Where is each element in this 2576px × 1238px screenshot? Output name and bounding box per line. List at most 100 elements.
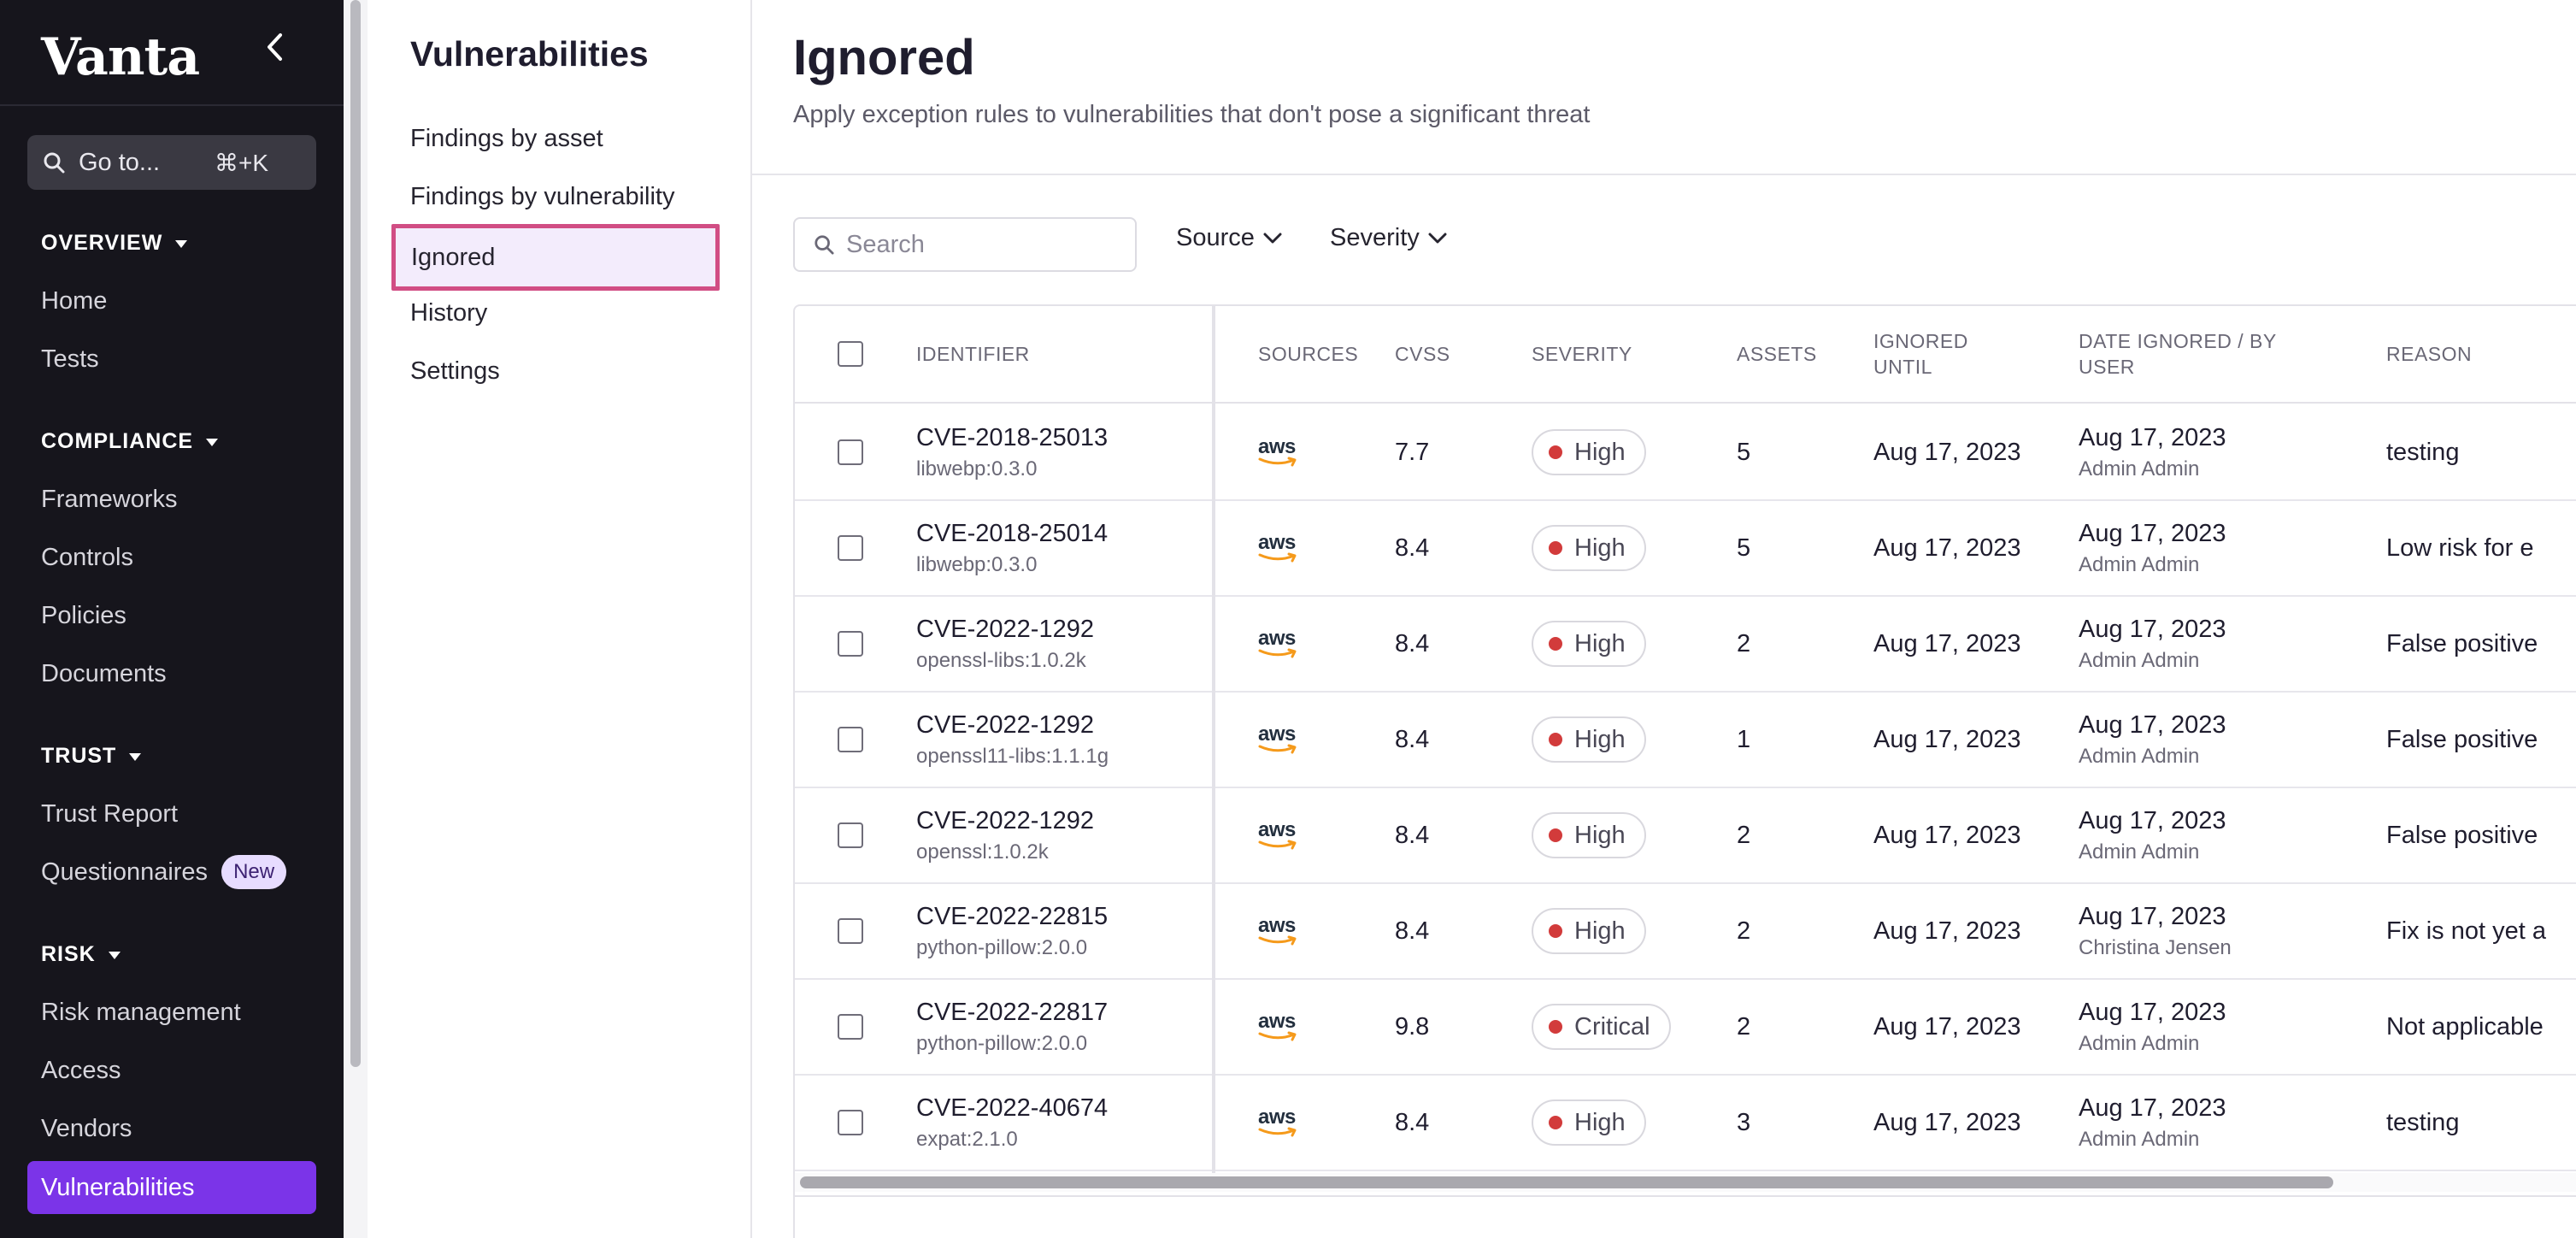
severity-dot-icon (1549, 1116, 1562, 1129)
column-header-severity[interactable]: SEVERITY (1532, 306, 1632, 402)
sidebar-item-controls[interactable]: Controls (41, 544, 133, 572)
table-row[interactable]: CVE-2022-1292 openssl11-libs:1.1.1g aws 8.4… (795, 693, 2576, 788)
subnav-item-settings[interactable]: Settings (410, 357, 500, 386)
reason-text: Not applicable (2386, 1012, 2544, 1041)
column-header-identifier[interactable]: IDENTIFIER (916, 306, 1030, 402)
sidebar-item-vulnerabilities[interactable]: Vulnerabilities (27, 1161, 316, 1214)
cvss-score: 9.8 (1395, 1012, 1430, 1041)
goto-search-button[interactable]: Go to... ⌘+K (27, 135, 316, 190)
cve-identifier[interactable]: CVE-2022-1292 (916, 616, 1094, 644)
sidebar-item-trust-report[interactable]: Trust Report (41, 800, 178, 828)
row-checkbox[interactable] (838, 631, 863, 657)
caret-down-icon (108, 951, 121, 959)
sidebar-item-questionnaires[interactable]: Questionnaires New (41, 855, 287, 889)
search-input[interactable] (846, 230, 1120, 259)
sidebar-item-home[interactable]: Home (41, 287, 107, 315)
collapse-sidebar-button[interactable] (256, 26, 294, 68)
section-risk[interactable]: RISK (41, 942, 121, 967)
source-filter-dropdown[interactable]: Source (1176, 224, 1282, 252)
assets-count: 5 (1737, 438, 1751, 466)
row-checkbox[interactable] (838, 727, 863, 752)
sidebar-item-vendors[interactable]: Vendors (41, 1115, 132, 1143)
sidebar-item-access[interactable]: Access (41, 1057, 121, 1085)
severity-filter-dropdown[interactable]: Severity (1330, 224, 1447, 252)
cve-identifier[interactable]: CVE-2022-22817 (916, 999, 1108, 1027)
aws-icon: aws (1258, 820, 1299, 850)
reason-text: Fix is not yet a (2386, 917, 2546, 945)
date-ignored-cell: Aug 17, 2023 Admin Admin (2079, 501, 2226, 595)
cvss-score: 8.4 (1395, 917, 1430, 945)
sidebar-header: Vanta (0, 0, 344, 106)
subnav-item-ignored[interactable]: Ignored (391, 224, 720, 291)
aws-smile-icon (1258, 744, 1297, 754)
reason-text: testing (2386, 438, 2460, 466)
main-content: Ignored Apply exception rules to vulnera… (752, 0, 2576, 1238)
column-header-reason[interactable]: REASON (2386, 306, 2472, 402)
assets-count: 2 (1737, 821, 1751, 849)
cve-identifier[interactable]: CVE-2022-1292 (916, 711, 1109, 740)
table-row[interactable]: CVE-2018-25014 libwebp:0.3.0 aws 8.4 High 5 Au… (795, 501, 2576, 597)
aws-icon: aws (1258, 628, 1299, 658)
assets-count: 2 (1737, 917, 1751, 945)
identifier-cell: CVE-2018-25013 libwebp:0.3.0 (916, 405, 1108, 499)
date-ignored: Aug 17, 2023 (2079, 902, 2226, 930)
date-ignored: Aug 17, 2023 (2079, 998, 2226, 1026)
row-checkbox[interactable] (838, 1110, 863, 1135)
section-trust[interactable]: TRUST (41, 744, 142, 769)
main-sidebar: Vanta Go to... ⌘+K OVERVIEW Home Tests C… (0, 0, 344, 1238)
search-box[interactable] (793, 217, 1137, 272)
ignored-vulnerabilities-table: IDENTIFIER SOURCES CVSS SEVERITY ASSETS … (793, 304, 2576, 1238)
sidebar-item-policies[interactable]: Policies (41, 602, 126, 630)
sidebar-item-documents[interactable]: Documents (41, 660, 167, 688)
table-row[interactable]: CVE-2018-25013 libwebp:0.3.0 aws 7.7 High 5 Au… (795, 405, 2576, 501)
section-compliance[interactable]: COMPLIANCE (41, 429, 219, 454)
severity-dot-icon (1549, 445, 1562, 459)
severity-badge: High (1532, 429, 1646, 475)
vanta-logo[interactable]: Vanta (41, 27, 200, 87)
sidebar-item-risk-management[interactable]: Risk management (41, 999, 241, 1027)
severity-dot-icon (1549, 1020, 1562, 1034)
package-name: openssl-libs:1.0.2k (916, 648, 1086, 672)
severity-dot-icon (1549, 828, 1562, 842)
row-checkbox[interactable] (838, 918, 863, 944)
table-row[interactable]: CVE-2022-22815 python-pillow:2.0.0 aws 8.4 H… (795, 884, 2576, 980)
cve-identifier[interactable]: CVE-2018-25014 (916, 520, 1108, 548)
cve-identifier[interactable]: CVE-2022-1292 (916, 807, 1094, 835)
column-header-ignored-until[interactable]: IGNORED UNTIL (1873, 306, 2019, 402)
sidebar-item-tests[interactable]: Tests (41, 345, 99, 374)
cve-identifier[interactable]: CVE-2018-25013 (916, 424, 1108, 452)
cvss-score: 8.4 (1395, 821, 1430, 849)
subnav-item-findings-by-vulnerability[interactable]: Findings by vulnerability (410, 183, 674, 211)
sidebar-scrollbar-thumb[interactable] (350, 0, 361, 1067)
row-checkbox[interactable] (838, 1014, 863, 1040)
section-risk-title: RISK (41, 942, 96, 966)
cve-identifier[interactable]: CVE-2022-22815 (916, 903, 1108, 931)
row-checkbox[interactable] (838, 535, 863, 561)
row-select-cell (838, 980, 863, 1074)
column-header-cvss[interactable]: CVSS (1395, 306, 1450, 402)
aws-smile-icon (1258, 935, 1297, 946)
severity-cell: High (1532, 788, 1646, 882)
table-horizontal-scrollbar-thumb[interactable] (800, 1176, 2333, 1188)
table-row[interactable]: CVE-2022-40674 expat:2.1.0 aws 8.4 High 3 Aug … (795, 1076, 2576, 1171)
sidebar-item-frameworks[interactable]: Frameworks (41, 486, 178, 514)
subnav-item-findings-by-asset[interactable]: Findings by asset (410, 125, 603, 153)
row-select-cell (838, 884, 863, 978)
column-header-date-ignored[interactable]: DATE IGNORED / BY USER (2079, 306, 2335, 402)
table-row[interactable]: CVE-2022-1292 openssl-libs:1.0.2k aws 8.4 Hi… (795, 597, 2576, 693)
row-checkbox[interactable] (838, 822, 863, 848)
table-row[interactable]: CVE-2022-22817 python-pillow:2.0.0 aws 9.8 C… (795, 980, 2576, 1076)
table-row[interactable]: CVE-2022-1292 openssl:1.0.2k aws 8.4 High 2 Au… (795, 788, 2576, 884)
column-header-assets[interactable]: ASSETS (1737, 306, 1817, 402)
reason-text: testing (2386, 1108, 2460, 1136)
cve-identifier[interactable]: CVE-2022-40674 (916, 1094, 1108, 1123)
select-all-checkbox[interactable] (838, 341, 863, 367)
subnav-item-history[interactable]: History (410, 299, 487, 327)
package-name: python-pillow:2.0.0 (916, 1031, 1088, 1055)
section-overview[interactable]: OVERVIEW (41, 231, 188, 256)
aws-icon-text: aws (1258, 435, 1296, 458)
row-checkbox[interactable] (838, 439, 863, 465)
severity-label: High (1574, 725, 1626, 753)
column-header-sources[interactable]: SOURCES (1258, 306, 1358, 402)
package-name: libwebp:0.3.0 (916, 457, 1038, 480)
